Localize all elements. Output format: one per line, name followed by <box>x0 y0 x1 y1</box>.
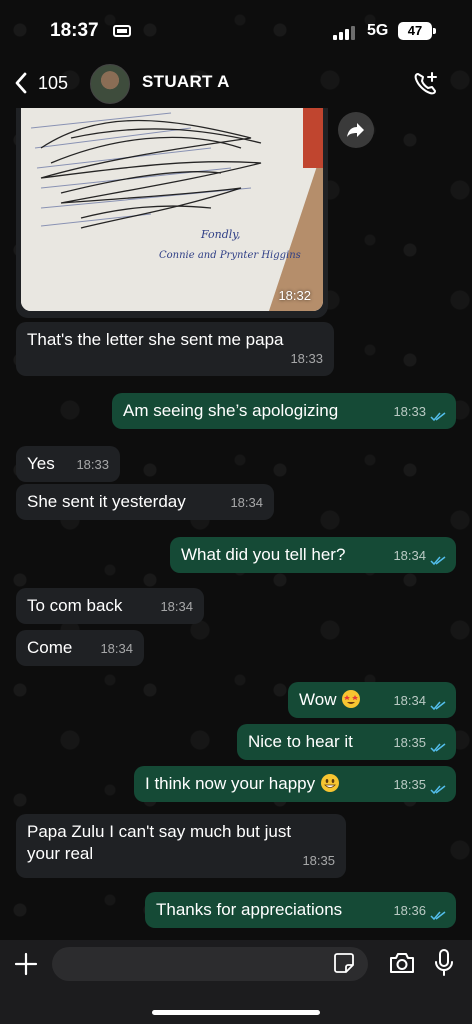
read-ticks-icon <box>430 701 446 711</box>
message-text: To com back <box>27 596 123 615</box>
sticker-icon[interactable] <box>333 952 355 974</box>
outgoing-message[interactable]: Wow 18:34 <box>288 682 456 718</box>
incoming-message[interactable]: To com back 18:34 <box>16 588 204 624</box>
avatar[interactable] <box>90 64 130 104</box>
network-type: 5G <box>367 22 389 39</box>
message-text-line2: your real <box>27 844 94 863</box>
unread-count: 105 <box>38 72 69 93</box>
back-button[interactable]: 105 <box>14 68 68 98</box>
incoming-message[interactable]: Papa Zulu I can't say much but just your… <box>16 814 346 878</box>
sim-card-icon <box>113 25 131 37</box>
forward-icon <box>347 123 364 137</box>
incoming-message[interactable]: She sent it yesterday 18:34 <box>16 484 274 520</box>
letter-photo[interactable]: Fondly, Connie and Prynter Higgins 18:32 <box>21 108 323 311</box>
message-text: Am seeing she’s apologizing <box>123 401 339 420</box>
home-indicator <box>152 1010 320 1015</box>
message-time: 18:35 <box>393 735 426 750</box>
message-list: Fondly, Connie and Prynter Higgins 18:32… <box>0 108 472 940</box>
message-time: 18:34 <box>393 693 426 708</box>
compose-bar <box>0 940 472 1024</box>
outgoing-message[interactable]: I think now your happy 18:35 <box>134 766 456 802</box>
battery-indicator: 47 <box>398 22 436 40</box>
chat-header: 105 STUART A <box>0 58 472 108</box>
read-ticks-icon <box>430 743 446 753</box>
message-input[interactable] <box>52 947 368 981</box>
outgoing-message[interactable]: Thanks for appreciations 18:36 <box>145 892 456 928</box>
incoming-message[interactable]: Come 18:34 <box>16 630 144 666</box>
camera-icon[interactable] <box>388 951 416 975</box>
plus-icon[interactable] <box>12 950 40 978</box>
letter-signature: Connie and Prynter Higgins <box>159 250 301 261</box>
incoming-message[interactable]: That's the letter she sent me papa 18:33 <box>16 322 334 376</box>
message-time: 18:32 <box>278 288 311 303</box>
message-time: 18:33 <box>393 404 426 419</box>
star-struck-emoji <box>342 690 361 708</box>
message-time: 18:36 <box>393 903 426 918</box>
outgoing-message[interactable]: Am seeing she’s apologizing 18:33 <box>112 393 456 429</box>
letter-signoff: Fondly, <box>200 228 241 241</box>
message-text: I think now your happy <box>145 774 316 793</box>
message-text-line1: Papa Zulu I can't say much but just <box>27 822 292 841</box>
forward-button[interactable] <box>338 112 374 148</box>
message-text: Yes <box>27 454 55 473</box>
grinning-face-emoji <box>321 774 340 792</box>
incoming-message[interactable]: Yes 18:33 <box>16 446 120 482</box>
contact-name[interactable]: STUART A <box>142 72 230 92</box>
message-time: 18:35 <box>302 853 335 868</box>
message-time: 18:34 <box>393 548 426 563</box>
outgoing-message[interactable]: Nice to hear it 18:35 <box>237 724 456 760</box>
message-text: She sent it yesterday <box>27 492 186 511</box>
read-ticks-icon <box>430 911 446 921</box>
outgoing-message[interactable]: What did you tell her? 18:34 <box>170 537 456 573</box>
microphone-icon[interactable] <box>434 948 454 978</box>
message-text: What did you tell her? <box>181 545 346 564</box>
phone-plus-icon[interactable] <box>412 70 440 98</box>
message-time: 18:34 <box>230 495 263 510</box>
message-time: 18:34 <box>160 599 193 614</box>
read-ticks-icon <box>430 556 446 566</box>
message-time: 18:33 <box>76 457 109 472</box>
message-time: 18:33 <box>290 351 323 366</box>
image-message[interactable]: Fondly, Connie and Prynter Higgins 18:32 <box>16 108 328 318</box>
read-ticks-icon <box>430 785 446 795</box>
message-text: Thanks for appreciations <box>156 900 343 919</box>
signal-icon <box>333 24 359 40</box>
read-ticks-icon <box>430 412 446 422</box>
message-text: Come <box>27 638 73 657</box>
status-bar: 18:37 5G 47 <box>0 0 472 60</box>
message-time: 18:35 <box>393 777 426 792</box>
message-text: Nice to hear it <box>248 732 353 751</box>
chevron-left-icon <box>15 72 27 94</box>
message-time: 18:34 <box>100 641 133 656</box>
message-text: That's the letter she sent me papa <box>27 330 284 349</box>
status-time: 18:37 <box>50 20 99 41</box>
message-text: Wow <box>299 690 337 709</box>
